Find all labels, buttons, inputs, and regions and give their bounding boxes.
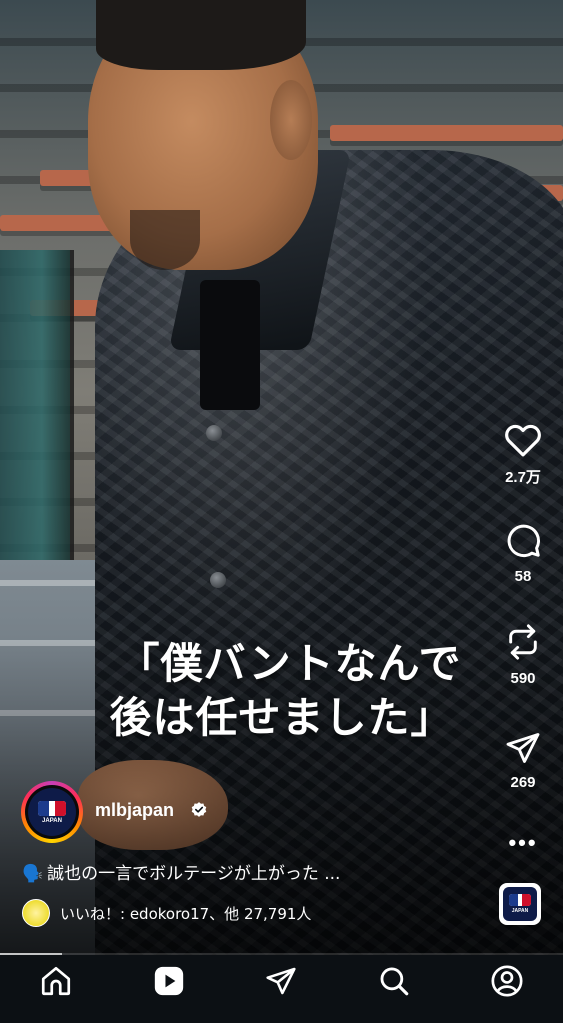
nav-profile[interactable]	[477, 955, 537, 1007]
reels-screen: 「僕バントなんで 後は任せました」 2.7万 58 590 269 ••• JA…	[0, 0, 563, 1023]
mlb-logo-icon	[38, 800, 66, 816]
speaking-head-icon: 🗣️	[22, 864, 44, 884]
profile-icon	[491, 965, 523, 997]
nav-direct[interactable]	[251, 955, 311, 1007]
bottom-navigation	[0, 955, 563, 1023]
likes-text: いいね！: edokoro17、他 27,791人	[60, 904, 312, 923]
railing	[0, 250, 74, 560]
mlb-logo-icon	[509, 894, 531, 906]
repost-button[interactable]: 590	[483, 622, 563, 687]
repost-icon	[509, 624, 537, 660]
audio-label: JAPAN	[511, 908, 529, 914]
like-button[interactable]: 2.7万	[483, 420, 563, 487]
avatar-text: JAPAN	[42, 817, 62, 824]
caption[interactable]: 🗣️ 誠也の一言でボルテージが上がった ...	[22, 859, 340, 884]
share-count: 269	[510, 774, 536, 791]
shirt	[200, 280, 260, 410]
username[interactable]: mlbjapan	[95, 800, 174, 821]
person-ear	[270, 80, 312, 160]
send-icon	[266, 967, 297, 995]
mlb-japan-logo: JAPAN	[503, 887, 537, 921]
like-count: 2.7万	[505, 469, 541, 486]
comment-count: 58	[514, 568, 532, 585]
caption-text: 誠也の一言でボルテージが上がった ...	[47, 864, 341, 884]
send-icon	[506, 733, 540, 763]
jacket-button	[210, 572, 226, 588]
person-beard	[130, 210, 200, 270]
avatar[interactable]: JAPAN	[21, 781, 83, 843]
mlb-japan-avatar: JAPAN	[28, 788, 76, 836]
nav-reels[interactable]	[139, 955, 199, 1007]
avatar-border: JAPAN	[25, 785, 79, 839]
audio-thumbnail[interactable]: JAPAN	[499, 883, 541, 925]
heart-icon	[505, 424, 541, 457]
jacket-button	[206, 425, 222, 441]
home-icon	[42, 966, 71, 996]
repost-count: 590	[510, 670, 536, 687]
reel-video[interactable]	[0, 0, 563, 955]
search-icon	[380, 967, 409, 996]
person-hair	[96, 0, 306, 70]
comment-icon	[507, 524, 540, 558]
nav-home[interactable]	[26, 955, 86, 1007]
comment-button[interactable]: 58	[483, 522, 563, 585]
subtitle-line-1: 「僕バントなんで	[117, 639, 462, 688]
likes-summary[interactable]: いいね！: edokoro17、他 27,791人	[22, 899, 311, 927]
share-button[interactable]: 269	[483, 730, 563, 791]
nav-search[interactable]	[364, 955, 424, 1007]
verified-badge-icon	[191, 802, 207, 817]
subtitle-line-2: 後は任せました」	[109, 693, 454, 742]
liker-avatar	[22, 899, 50, 927]
more-options-icon[interactable]: •••	[483, 830, 563, 856]
reels-icon	[154, 966, 184, 996]
